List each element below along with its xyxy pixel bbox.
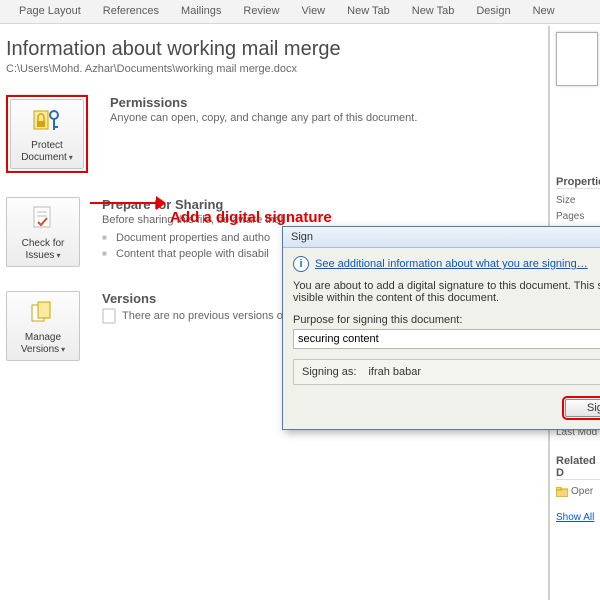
- document-check-icon: [9, 202, 77, 236]
- signing-as-value: ifrah babar: [368, 366, 421, 378]
- page-title: Information about working mail merge: [6, 38, 600, 61]
- tab-design[interactable]: Design: [465, 0, 521, 23]
- related-docs-heading: Related D: [556, 455, 600, 480]
- tab-new-2[interactable]: New Tab: [401, 0, 466, 23]
- prop-size: Size: [556, 193, 600, 209]
- dialog-title: Sign: [283, 227, 600, 248]
- properties-heading: Propertie: [556, 176, 600, 189]
- permissions-section: Protect Document▾ Permissions Anyone can…: [6, 95, 600, 173]
- manage-versions-button[interactable]: Manage Versions▾: [6, 291, 80, 361]
- open-file-location[interactable]: Oper: [556, 484, 600, 500]
- tab-page-layout[interactable]: Page Layout: [8, 0, 92, 23]
- manage-versions-label: Manage Versions▾: [9, 330, 77, 356]
- document-thumbnail: [556, 32, 598, 86]
- see-additional-info-link[interactable]: See additional information about what yo…: [315, 258, 588, 270]
- tab-mailings[interactable]: Mailings: [170, 0, 232, 23]
- versions-text: There are no previous versions o: [122, 310, 283, 322]
- versions-icon: [9, 296, 77, 330]
- tab-new-1[interactable]: New Tab: [336, 0, 401, 23]
- check-for-issues-button[interactable]: Check for Issues▾: [6, 197, 80, 267]
- chevron-down-icon: ▾: [69, 153, 73, 162]
- tab-references[interactable]: References: [92, 0, 170, 23]
- permissions-heading: Permissions: [110, 95, 600, 110]
- purpose-input[interactable]: [293, 329, 600, 349]
- signing-as-label: Signing as:: [302, 366, 356, 378]
- prop-pages: Pages: [556, 209, 600, 225]
- protect-document-button[interactable]: Protect Document▾: [10, 99, 84, 169]
- chevron-down-icon: ▾: [56, 251, 60, 260]
- sign-button[interactable]: Sign: [565, 399, 600, 417]
- file-path: C:\Users\Mohd. Azhar\Documents\working m…: [6, 63, 600, 75]
- ribbon-tabs: Page Layout References Mailings Review V…: [0, 0, 600, 24]
- permissions-text: Anyone can open, copy, and change any pa…: [110, 112, 600, 124]
- tab-view[interactable]: View: [290, 0, 336, 23]
- tab-new-3[interactable]: New: [522, 0, 566, 23]
- show-all-properties-link[interactable]: Show All: [556, 510, 600, 526]
- tab-review[interactable]: Review: [232, 0, 290, 23]
- highlight-protect-document: Protect Document▾: [6, 95, 88, 173]
- chevron-down-icon: ▾: [61, 345, 65, 354]
- document-icon: [102, 308, 116, 324]
- annotation-text: Add a digital signature: [170, 209, 332, 226]
- check-for-issues-label: Check for Issues▾: [9, 236, 77, 262]
- dialog-body-text: You are about to add a digital signature…: [293, 280, 600, 304]
- annotation-arrow: [90, 196, 166, 210]
- folder-icon: [556, 487, 568, 497]
- purpose-label: Purpose for signing this document:: [293, 314, 600, 326]
- protect-document-label: Protect Document▾: [13, 138, 81, 164]
- lock-key-icon: [13, 104, 81, 138]
- info-icon: i: [293, 256, 309, 272]
- sign-dialog: Sign i See additional information about …: [282, 226, 600, 430]
